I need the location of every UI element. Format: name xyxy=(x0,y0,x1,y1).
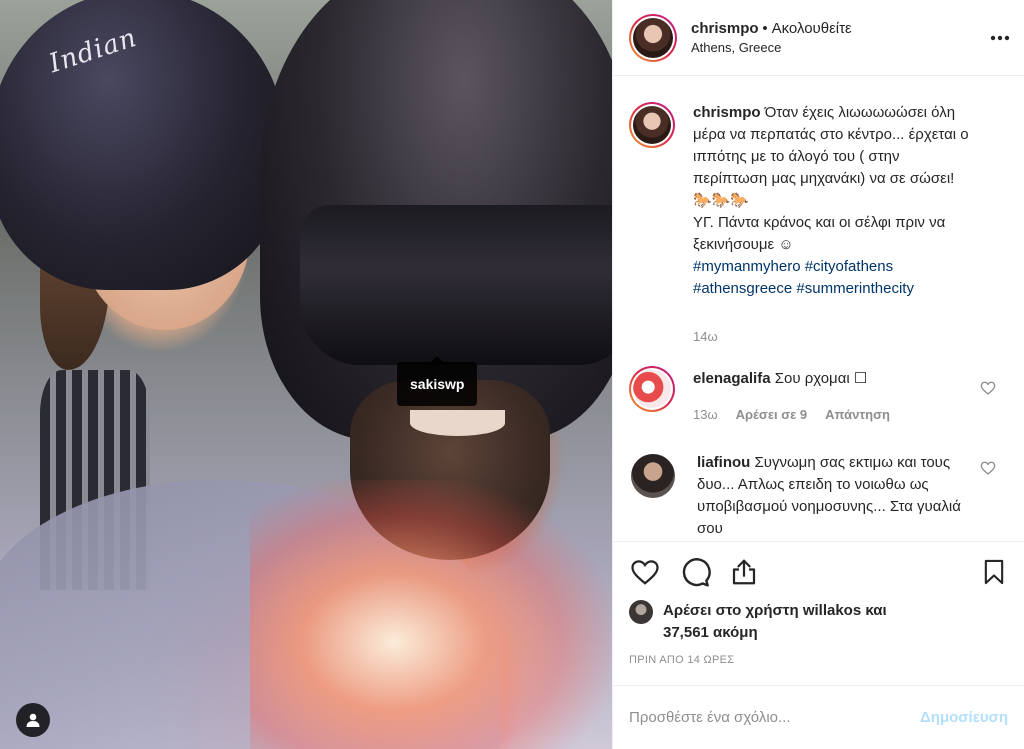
avatar-image xyxy=(633,17,673,58)
avatar-ring xyxy=(631,104,673,146)
comment-text: Σου ρχομαι ☐ xyxy=(774,370,868,387)
caption-username[interactable]: chrismpo xyxy=(693,104,761,121)
hashtag-link[interactable]: #mymanmyhero #cityofathens xyxy=(693,258,893,275)
user-icon xyxy=(26,713,40,727)
likes-text[interactable]: Αρέσει στο χρήστη willakos και 37,561 ακ… xyxy=(663,600,887,644)
commenter-username[interactable]: liafinou xyxy=(697,454,750,471)
comment-age[interactable]: 13ω xyxy=(693,404,718,426)
avatar-image xyxy=(633,106,671,144)
post-header: chrismpo • Ακολουθείτε Athens, Greece xyxy=(613,0,1024,76)
caption-text-ps: ΥΓ. Πάντα κράνος και οι σέλφι πριν να ξε… xyxy=(693,214,946,253)
comments-list[interactable]: chrismpo Όταν έχεις λιωωωωώσει όλη μέρα … xyxy=(613,77,1024,541)
user-tag-label[interactable]: sakiswp xyxy=(397,356,478,406)
comment-bubble-icon xyxy=(682,558,711,587)
commenter-avatar[interactable] xyxy=(629,366,675,412)
commenter-avatar[interactable] xyxy=(631,454,675,498)
caption-age[interactable]: 14ω xyxy=(693,326,718,348)
author-username[interactable]: chrismpo xyxy=(691,20,759,37)
caption: chrismpo Όταν έχεις λιωωωωώσει όλη μέρα … xyxy=(629,102,1008,348)
comment-item: elenagalifa Σου ρχομαι ☐ 13ω Αρέσει σε 9… xyxy=(629,366,1008,426)
likes-summary: Αρέσει στο χρήστη willakos και 37,561 ακ… xyxy=(629,600,1008,644)
more-options-button[interactable] xyxy=(986,24,1014,52)
comment-body: elenagalifa Σου ρχομαι ☐ 13ω Αρέσει σε 9… xyxy=(693,366,963,426)
comment-likes[interactable]: Αρέσει σε 9 xyxy=(736,404,808,426)
liker-avatar[interactable] xyxy=(629,600,653,624)
action-icons-row xyxy=(629,542,1008,602)
comment-body: liafinou Συγνωμη σας εκτιμω και τους δυο… xyxy=(697,452,967,540)
user-tags-button[interactable] xyxy=(16,703,50,737)
post-location[interactable]: Athens, Greece xyxy=(691,38,852,57)
comment-input[interactable] xyxy=(629,709,920,726)
comment-like-heart-icon[interactable] xyxy=(980,460,996,476)
post-timestamp[interactable]: ΠΡΙΝ ΑΠΟ 14 ΩΡΕΣ xyxy=(629,654,1008,666)
save-button[interactable] xyxy=(980,556,1008,591)
comment-like-heart-icon[interactable] xyxy=(980,380,996,396)
post-photo[interactable]: Indian sakiswp xyxy=(0,0,612,749)
comment-button[interactable] xyxy=(679,552,719,592)
likes-line-2: 37,561 ακόμη xyxy=(663,624,758,641)
separator-dot: • xyxy=(762,19,768,37)
follow-status-button[interactable]: Ακολουθείτε xyxy=(772,20,852,37)
caption-author-avatar[interactable] xyxy=(629,102,675,148)
header-text: chrismpo • Ακολουθείτε Athens, Greece xyxy=(691,19,852,57)
photo-decor xyxy=(410,410,505,436)
post-side-panel: chrismpo • Ακολουθείτε Athens, Greece ch… xyxy=(612,0,1024,749)
add-comment-form: Δημοσίευση xyxy=(613,685,1024,749)
avatar-ring xyxy=(631,15,675,60)
photo-decor xyxy=(300,205,612,365)
hashtag-link[interactable]: #athensgreece #summerinthecity xyxy=(693,280,914,297)
bookmark-icon xyxy=(984,559,1004,585)
caption-body: chrismpo Όταν έχεις λιωωωωώσει όλη μέρα … xyxy=(693,102,973,348)
likes-line-1: Αρέσει στο χρήστη willakos και xyxy=(663,602,887,619)
photo-decor xyxy=(250,480,610,749)
post-comment-button[interactable]: Δημοσίευση xyxy=(920,709,1008,726)
share-icon xyxy=(732,559,756,585)
photo-decor xyxy=(0,0,285,290)
comment-meta: 13ω Αρέσει σε 9 Απάντηση xyxy=(693,404,963,426)
heart-icon xyxy=(631,560,659,585)
avatar-image xyxy=(633,370,671,408)
comment-item: liafinou Συγνωμη σας εκτιμω και τους δυο… xyxy=(629,452,1008,540)
author-avatar[interactable] xyxy=(629,13,677,62)
like-button[interactable] xyxy=(629,552,669,592)
caption-meta: 14ω xyxy=(693,326,973,348)
post-actions: Αρέσει στο χρήστη willakos και 37,561 ακ… xyxy=(613,541,1024,666)
share-button[interactable] xyxy=(729,552,769,592)
commenter-username[interactable]: elenagalifa xyxy=(693,370,771,387)
reply-button[interactable]: Απάντηση xyxy=(825,404,890,426)
ellipsis-icon xyxy=(990,35,1010,41)
avatar-ring xyxy=(631,368,673,410)
